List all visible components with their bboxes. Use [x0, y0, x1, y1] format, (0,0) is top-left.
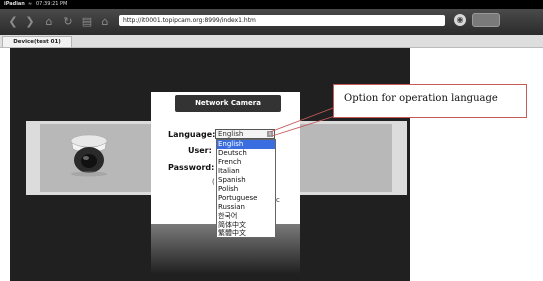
tab-strip: Device(test 01) — [0, 35, 543, 48]
tab-device[interactable]: Device(test 01) — [2, 36, 72, 47]
home-icon[interactable]: ⌂ — [98, 15, 112, 29]
wifi-icon: ≈ — [28, 1, 33, 7]
language-option-polish[interactable]: Polish — [217, 185, 275, 194]
reload-icon[interactable]: ↻ — [61, 15, 75, 29]
language-option-traditional-chinese[interactable]: 繁體中文 — [217, 229, 275, 238]
url-input[interactable]: http://it0001.topipcam.org:8999/index1.h… — [119, 15, 445, 26]
dome-camera-icon — [70, 134, 108, 177]
language-option-french[interactable]: French — [217, 158, 275, 167]
language-option-deutsch[interactable]: Deutsch — [217, 149, 275, 158]
language-option-spanish[interactable]: Spanish — [217, 176, 275, 185]
language-select[interactable]: English ⇕ — [215, 129, 275, 139]
chevron-down-icon: ⇕ — [267, 131, 273, 137]
language-option-portuguese[interactable]: Portuguese — [217, 194, 275, 203]
language-select-value: English — [218, 130, 244, 138]
language-dropdown[interactable]: English Deutsch French Italian Spanish P… — [216, 139, 276, 238]
panel-title: Network Camera — [175, 95, 281, 112]
password-label: Password: — [168, 163, 215, 172]
back-icon[interactable]: ❮ — [6, 15, 20, 29]
forward-icon[interactable]: ❯ — [23, 15, 37, 29]
carrier-label: iPadian — [4, 1, 25, 7]
language-option-russian[interactable]: Russian — [217, 203, 275, 212]
page-icon[interactable]: ▤ — [80, 15, 94, 29]
bookmarks-icon[interactable]: ⌂ — [42, 15, 56, 29]
status-bar: iPadian ≈ 07:39:21 PM — [0, 0, 543, 9]
language-label: Language: — [168, 130, 216, 139]
stop-icon[interactable]: ◉ — [454, 14, 466, 26]
status-time: 07:39:21 PM — [36, 1, 68, 7]
annotation-callout: Option for operation language — [333, 84, 527, 118]
language-option-korean[interactable]: 한국어 — [217, 212, 275, 221]
user-label: User: — [188, 146, 212, 155]
language-option-english[interactable]: English — [217, 140, 275, 149]
go-button[interactable] — [472, 13, 500, 27]
language-option-italian[interactable]: Italian — [217, 167, 275, 176]
